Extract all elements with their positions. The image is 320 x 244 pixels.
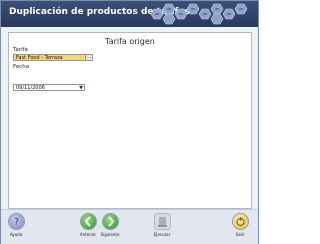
execute-label: Ejecutar: [153, 232, 171, 237]
exit-label: Salir: [235, 232, 245, 237]
wizard-window: Duplicación de productos de tarifas. Tar…: [0, 0, 259, 244]
svg-text:?: ?: [14, 218, 19, 228]
fecha-label: Fecha: [13, 64, 30, 70]
ellipsis-button[interactable]: …: [85, 54, 93, 61]
tarifa-field[interactable]: Fast Food - Terraza …: [13, 54, 93, 61]
content-panel: Tarifa origen Tarifa Fast Food - Terraza…: [8, 32, 252, 209]
tarifa-value: Fast Food - Terraza: [16, 55, 63, 61]
chevron-down-icon[interactable]: ▼: [79, 85, 83, 92]
next-label: Siguiente: [100, 232, 120, 237]
power-icon: [232, 214, 248, 229]
help-label: Ayuda: [9, 232, 23, 237]
arrow-right-icon: [102, 214, 118, 229]
header-bar: Duplicación de productos de tarifas.: [1, 1, 258, 27]
execute-button[interactable]: Ejecutar: [149, 214, 175, 237]
execute-icon: [154, 214, 170, 229]
next-button[interactable]: Siguiente: [97, 214, 123, 237]
exit-button[interactable]: Salir: [227, 214, 253, 237]
arrow-left-icon: [80, 214, 96, 229]
fecha-dropdown[interactable]: 09/11/2006 ▼: [13, 84, 85, 91]
footer-toolbar: ? Ayuda Anterior Siguiente Ejecutar Sali…: [1, 209, 258, 244]
decorative-hex-icons: [150, 3, 248, 25]
question-icon: ?: [8, 214, 24, 229]
help-button[interactable]: ? Ayuda: [3, 214, 29, 237]
tarifa-label: Tarifa: [13, 47, 28, 53]
fecha-value: 09/11/2006: [16, 85, 45, 91]
section-title: Tarifa origen: [105, 37, 155, 46]
